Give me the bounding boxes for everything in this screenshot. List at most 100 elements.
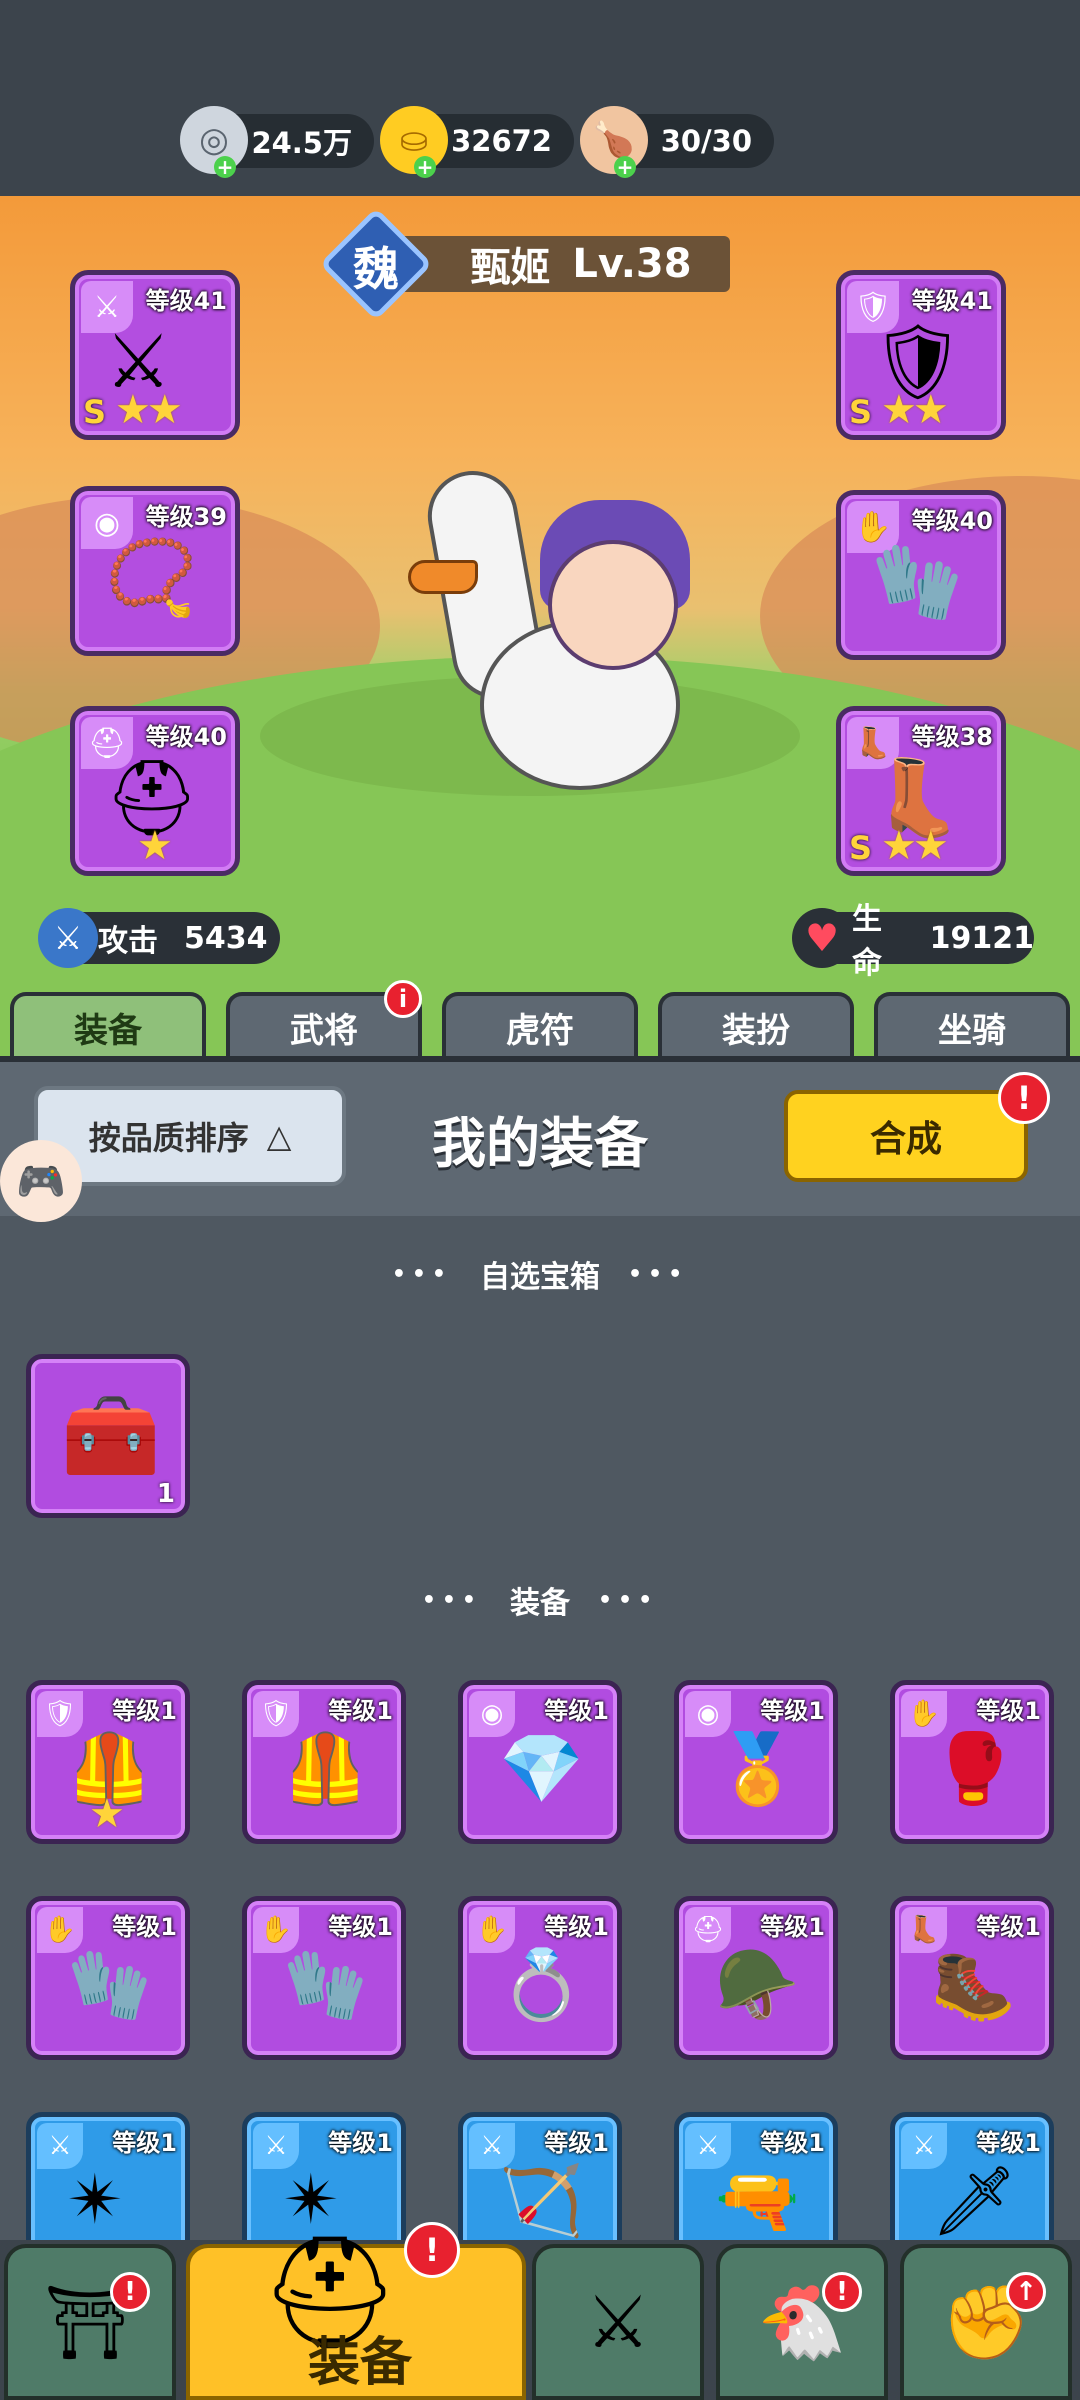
medal-item-icon: 🏅 (715, 1730, 800, 1809)
decor-dots-icon: ••• (421, 1587, 482, 1613)
silver-amount: 24.5万 (251, 126, 352, 160)
goose-beak (408, 560, 478, 594)
tab-equipment[interactable]: 装备 (10, 992, 206, 1058)
tab-label: 装扮 (722, 1010, 790, 1051)
star-rating: ★ (89, 1791, 125, 1837)
sword-item-icon: 🗡 (931, 2162, 1018, 2241)
battle-icon: ⚔ (585, 2280, 651, 2364)
merge-label: 合成 (869, 1119, 942, 1160)
equip-level: 等级41 (145, 287, 227, 315)
attack-stat: ⚔ 攻击 5434 (38, 908, 280, 968)
helmet-item-icon: 🪖 (715, 1946, 800, 2025)
equip-level: 等级1 (544, 2129, 609, 2157)
equip-level: 等级1 (544, 1697, 609, 1725)
tab-label: 虎符 (506, 1010, 574, 1051)
attack-label: 攻击 (98, 924, 158, 959)
attack-value: 5434 (184, 920, 268, 956)
tab-costume[interactable]: 装扮 (658, 992, 854, 1058)
merge-alert-badge: ! (998, 1072, 1050, 1124)
gold-currency[interactable]: ⛀ + 32672 (380, 106, 574, 178)
section-title: 自选宝箱 (480, 1260, 600, 1295)
nav-equipment-label: 装备 (307, 2333, 412, 2393)
equip-level: 等级1 (328, 1913, 393, 1941)
equip-slot-weapon[interactable]: ⚔ 等级41 ⚔ S ★★ (70, 270, 240, 440)
grade-label: S (83, 393, 107, 431)
equipment-section-title: ••• 装备 ••• (0, 1578, 1080, 1622)
grade-label: S (849, 829, 873, 867)
equip-level: 等级1 (544, 1913, 609, 1941)
boots-item-icon: 🥾 (931, 1946, 1016, 2025)
grade-label: S (849, 393, 873, 431)
star-rating: ★★ (881, 823, 949, 869)
equip-slot-helmet[interactable]: ⛑ 等级40 ⛑ ★ (70, 706, 240, 876)
equipment-item[interactable]: ✋ 等级1 💍 (458, 1896, 622, 2060)
equipment-item[interactable]: 🛡 等级1 🦺 ★ (26, 1680, 190, 1844)
treasure-chest-icon: 🧰 (61, 1389, 161, 1482)
decor-dots-icon: ••• (598, 1587, 659, 1613)
equip-slot-boots[interactable]: 👢 等级38 👢 S ★★ (836, 706, 1006, 876)
gauntlet-item-icon: 🧤 (283, 1946, 368, 2025)
tab-label: 坐骑 (938, 1010, 1006, 1051)
nav-hero[interactable]: 🐔 ! (716, 2244, 888, 2400)
equipment-item[interactable]: ⛑ 等级1 🪖 (674, 1896, 838, 2060)
hp-label: 生命 (852, 902, 882, 981)
info-badge: i (384, 980, 422, 1018)
gauntlet-item-icon: 🧤 (871, 539, 964, 625)
my-equipment-title: 我的装备 (432, 1111, 648, 1175)
nav-upgrade[interactable]: ✊ ↑ (900, 2244, 1072, 2400)
section-title: 装备 (510, 1586, 570, 1621)
item-count: 1 (156, 1479, 175, 1509)
equip-level: 等级39 (145, 503, 227, 531)
add-gold-icon[interactable]: + (414, 156, 436, 178)
merge-button[interactable]: 合成 (784, 1090, 1028, 1182)
tab-mount[interactable]: 坐骑 (874, 992, 1070, 1058)
tab-label: 武将 (290, 1010, 358, 1051)
gauntlet-item-icon: 🥊 (931, 1730, 1016, 1809)
stamina-amount: 30/30 (660, 124, 752, 158)
star-rating: ★★ (115, 387, 183, 433)
upgrade-badge: ↑ (1006, 2272, 1046, 2312)
sort-label: 按品质排序 (88, 1119, 249, 1157)
equip-level: 等级1 (112, 1913, 177, 1941)
add-stamina-icon[interactable]: + (614, 156, 636, 178)
hp-stat: ♥ 生命 19121 (792, 902, 1034, 981)
tab-generals[interactable]: 武将 i (226, 980, 422, 1058)
nav-city-gate[interactable]: ⛩ ! (4, 2244, 176, 2400)
hero-level: Lv.38 (572, 241, 692, 287)
chest-item[interactable]: 🧰 1 (26, 1354, 190, 1518)
equip-level: 等级1 (328, 1697, 393, 1725)
alert-badge: ! (110, 2272, 150, 2312)
equipment-item[interactable]: ✋ 等级1 🧤 (242, 1896, 406, 2060)
add-silver-icon[interactable]: + (214, 156, 236, 178)
equipment-item[interactable]: ✋ 等级1 🧤 (26, 1896, 190, 2060)
silver-currency[interactable]: ◎ + 24.5万 (180, 106, 374, 178)
sword-item-icon: 🏹 (499, 2162, 584, 2241)
equip-level: 等级1 (760, 1913, 825, 1941)
stamina-currency[interactable]: 🍗 + 30/30 (580, 106, 774, 178)
gauntlet-item-icon: 🧤 (67, 1946, 152, 2025)
alert-badge: ! (822, 2272, 862, 2312)
equipment-item[interactable]: 🛡 等级1 🦺 (242, 1680, 406, 1844)
nav-battle[interactable]: ⚔ (532, 2244, 704, 2400)
sword-item-icon: 🔫 (715, 2162, 800, 2241)
hp-value: 19121 (929, 920, 1034, 956)
equip-level: 等级40 (145, 723, 227, 751)
equip-level: 等级1 (112, 2129, 177, 2157)
gamepad-float-icon[interactable]: 🎮 (0, 1140, 82, 1222)
hero-face (548, 540, 678, 670)
equip-level: 等级40 (911, 507, 993, 535)
medal-item-icon: 💎 (499, 1730, 584, 1809)
equipment-item[interactable]: ◉ 等级1 🏅 (674, 1680, 838, 1844)
equip-slot-medal[interactable]: ◉ 等级39 📿 (70, 486, 240, 656)
medal-item-icon: 📿 (105, 535, 198, 621)
tab-tiger-tally[interactable]: 虎符 (442, 992, 638, 1058)
heart-icon: ♥ (792, 908, 852, 968)
equip-slot-armor[interactable]: 🛡 等级41 🛡 S ★★ (836, 270, 1006, 440)
equipment-item[interactable]: ◉ 等级1 💎 (458, 1680, 622, 1844)
equip-slot-gauntlet[interactable]: ✋ 等级40 🧤 (836, 490, 1006, 660)
equipment-item[interactable]: ✋ 等级1 🥊 (890, 1680, 1054, 1844)
armor-item-icon: 🦺 (283, 1730, 368, 1809)
gold-amount: 32672 (451, 124, 552, 158)
equipment-item[interactable]: 👢 等级1 🥾 (890, 1896, 1054, 2060)
equip-level: 等级1 (760, 1697, 825, 1725)
